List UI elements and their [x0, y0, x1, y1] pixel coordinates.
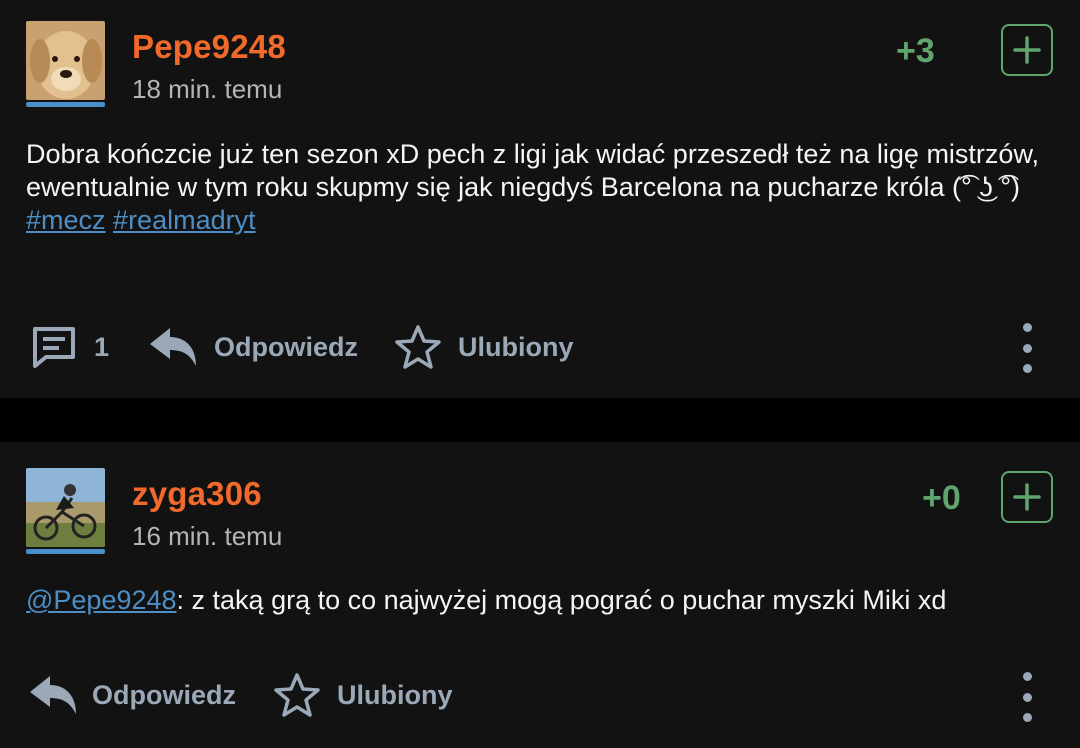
plus-icon [1013, 483, 1041, 511]
more-vertical-icon[interactable] [1017, 672, 1037, 722]
vote-score: +3 [896, 32, 935, 70]
tag-link[interactable]: #mecz [26, 205, 106, 235]
upvote-button[interactable] [1001, 471, 1053, 523]
avatar-underline [26, 102, 105, 107]
user-mention-link[interactable]: @Pepe9248 [26, 585, 177, 615]
post-time: 18 min. temu [132, 74, 283, 104]
favorite-label: Ulubiony [458, 331, 574, 362]
user-avatar[interactable] [26, 21, 105, 100]
tag-link[interactable]: #realmadryt [113, 205, 256, 235]
entry-post: Pepe9248 18 min. temu +3 Dobra kończcie … [0, 0, 1080, 398]
plus-icon [1013, 36, 1041, 64]
avatar-underline [26, 549, 105, 554]
username[interactable]: zyga306 [132, 475, 262, 513]
reply-arrow-icon [30, 676, 76, 714]
post-time: 16 min. temu [132, 521, 283, 551]
comment-icon [33, 327, 75, 368]
post-body: @Pepe9248: z taką grą to co najwyżej mog… [26, 584, 1056, 617]
reply-label: Odpowiedz [214, 331, 358, 362]
user-avatar[interactable] [26, 468, 105, 547]
post-text: : z taką grą to co najwyżej mogą pograć … [176, 585, 947, 615]
reply-button[interactable]: Odpowiedz [28, 674, 236, 716]
post-text: Dobra kończcie już ten sezon xD pech z l… [26, 139, 1039, 202]
comments-button[interactable]: 1 [32, 326, 109, 368]
star-icon [395, 325, 441, 369]
post-body: Dobra kończcie już ten sezon xD pech z l… [26, 138, 1056, 237]
star-icon [274, 673, 320, 717]
comment-post: zyga306 16 min. temu +0 @Pepe9248: z tak… [0, 442, 1080, 748]
upvote-button[interactable] [1001, 24, 1053, 76]
favorite-button[interactable]: Ulubiony [394, 324, 574, 370]
reply-label: Odpowiedz [92, 679, 236, 710]
vote-score: +0 [922, 479, 961, 517]
reply-arrow-icon [150, 328, 196, 366]
favorite-button[interactable]: Ulubiony [273, 672, 453, 718]
username[interactable]: Pepe9248 [132, 28, 286, 66]
favorite-label: Ulubiony [337, 679, 453, 710]
comment-count: 1 [94, 331, 110, 362]
reply-button[interactable]: Odpowiedz [148, 326, 358, 368]
more-vertical-icon[interactable] [1017, 323, 1037, 373]
